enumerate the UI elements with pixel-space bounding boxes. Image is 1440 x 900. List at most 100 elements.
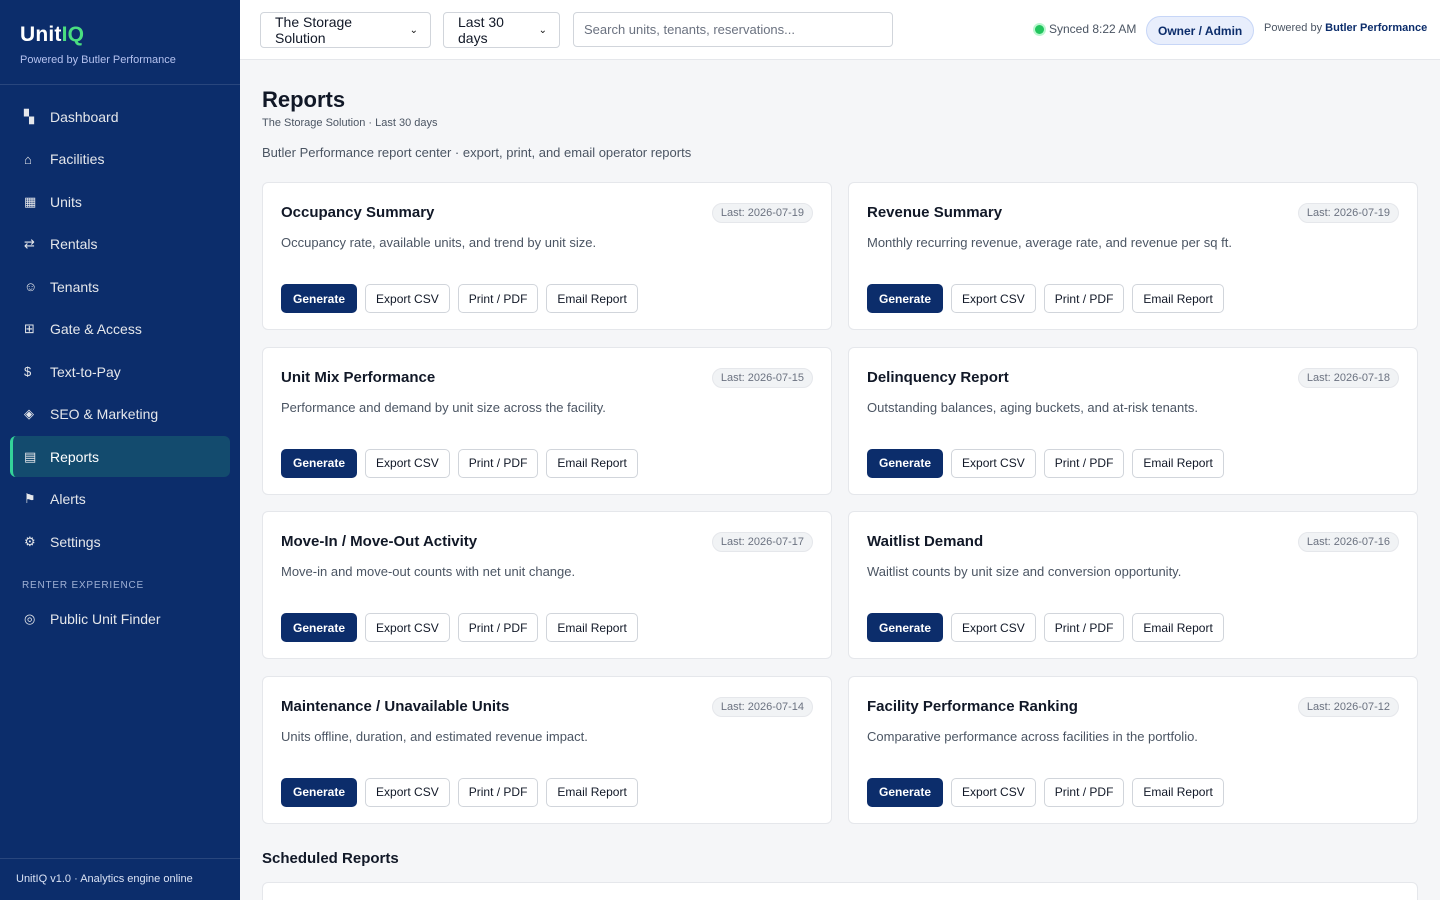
- print-pdf-button[interactable]: Print / PDF: [1043, 284, 1125, 313]
- report-icon: ▤: [24, 448, 37, 464]
- sidebar-item-label: Gate & Access: [50, 321, 142, 337]
- grid-icon: ▦: [24, 193, 37, 209]
- logo-accent: IQ: [61, 23, 85, 46]
- report-description: Monthly recurring revenue, average rate,…: [867, 235, 1232, 250]
- sidebar-item-text-to-pay[interactable]: $ Text-to-Pay: [10, 351, 230, 392]
- generate-button[interactable]: Generate: [281, 613, 358, 642]
- generate-button[interactable]: Generate: [867, 777, 944, 807]
- scheduled-reports-title: Scheduled Reports: [262, 850, 399, 867]
- home-icon: ⌂: [24, 151, 32, 167]
- email-report-button[interactable]: Email Report: [1132, 284, 1224, 313]
- sidebar-item-dashboard[interactable]: ▚ Dashboard: [10, 96, 230, 137]
- dashboard-icon: ▚: [24, 108, 34, 124]
- report-card: Maintenance / Unavailable Units Last: 202…: [262, 675, 832, 824]
- report-title: Revenue Summary: [867, 204, 1003, 221]
- email-report-button[interactable]: Email Report: [546, 777, 638, 807]
- sidebar-item-tenants[interactable]: ☺ Tenants: [10, 266, 230, 307]
- last-run-badge: Last: 2026-07-19: [1297, 203, 1399, 223]
- report-actions: Generate Export CSV Print / PDF Email Repor…: [281, 613, 638, 642]
- report-title: Waitlist Demand: [867, 533, 984, 550]
- report-title: Facility Performance Ranking: [867, 697, 1078, 715]
- search-input[interactable]: Search units, tenants, reservations...: [573, 12, 893, 47]
- email-report-button[interactable]: Email Report: [1132, 777, 1224, 807]
- generate-button[interactable]: Generate: [281, 777, 358, 807]
- scheduled-reports-panel: [262, 882, 1418, 900]
- report-actions: Generate Export CSV Print / PDF Email Repor…: [281, 284, 638, 313]
- email-report-button[interactable]: Email Report: [1132, 448, 1224, 478]
- print-pdf-button[interactable]: Print / PDF: [457, 613, 539, 642]
- sync-status: Synced 8:22 AM: [1035, 22, 1136, 36]
- last-run-badge: Last: 2026-07-12: [1297, 696, 1399, 717]
- sidebar: UnitIQ Powered by Butler Performance ▚ Da…: [0, 0, 240, 900]
- email-report-button[interactable]: Email Report: [546, 613, 638, 642]
- sidebar-item-rentals[interactable]: ⇄ Rentals: [10, 224, 230, 265]
- print-pdf-button[interactable]: Print / PDF: [1043, 613, 1125, 642]
- export-csv-button[interactable]: Export CSV: [365, 777, 450, 807]
- report-title: Delinquency Report: [867, 368, 1009, 386]
- generate-button[interactable]: Generate: [281, 448, 358, 478]
- sidebar-item-label: Text-to-Pay: [50, 363, 121, 380]
- page-description: Butler Performance report center · expor…: [262, 145, 692, 160]
- sidebar-item-seo-marketing[interactable]: ◈ SEO & Marketing: [10, 394, 230, 435]
- last-run-badge: Last: 2026-07-14: [711, 696, 813, 717]
- sidebar-footer: UnitIQ v1.0 · Analytics engine online: [0, 858, 240, 900]
- dollar-icon: $: [24, 364, 32, 379]
- email-report-button[interactable]: Email Report: [546, 448, 638, 478]
- search-placeholder: Search units, tenants, reservations...: [584, 22, 795, 37]
- sidebar-item-label: SEO & Marketing: [50, 406, 159, 422]
- report-title: Maintenance / Unavailable Units: [281, 697, 510, 715]
- chevron-down-icon: ⌄: [409, 24, 418, 36]
- export-csv-button[interactable]: Export CSV: [951, 284, 1036, 313]
- sidebar-item-settings[interactable]: ⚙ Settings: [10, 521, 230, 562]
- sidebar-item-units[interactable]: ▦ Units: [10, 181, 230, 222]
- generate-button[interactable]: Generate: [867, 613, 944, 642]
- role-badge[interactable]: Owner / Admin: [1146, 16, 1255, 45]
- export-csv-button[interactable]: Export CSV: [365, 448, 450, 478]
- page-subtitle: The Storage Solution · Last 30 days: [262, 117, 438, 129]
- print-pdf-button[interactable]: Print / PDF: [1043, 448, 1125, 478]
- generate-button[interactable]: Generate: [281, 284, 358, 313]
- report-actions: Generate Export CSV Print / PDF Email Repor…: [867, 613, 1224, 642]
- sidebar-item-label: Settings: [50, 533, 101, 550]
- person-icon: ☺: [24, 279, 38, 294]
- export-csv-button[interactable]: Export CSV: [951, 613, 1036, 642]
- print-pdf-button[interactable]: Print / PDF: [457, 284, 539, 313]
- generate-button[interactable]: Generate: [867, 284, 944, 313]
- status-dot-icon: [1035, 24, 1044, 34]
- sidebar-item-label: Tenants: [50, 278, 100, 295]
- sidebar-item-label: Alerts: [50, 491, 86, 507]
- report-card: Revenue Summary Last: 2026-07-19 Monthly r…: [848, 182, 1418, 330]
- facility-select-value: The Storage Solution: [275, 14, 353, 46]
- brand: UnitIQ Powered by Butler Performance: [0, 0, 240, 85]
- email-report-button[interactable]: Email Report: [1132, 613, 1224, 642]
- report-actions: Generate Export CSV Print / PDF Email Repor…: [867, 777, 1224, 807]
- date-range-select[interactable]: Last 30 days ⌄: [443, 12, 560, 48]
- sidebar-item-gate-access[interactable]: ⊞ Gate & Access: [10, 309, 230, 350]
- generate-button[interactable]: Generate: [867, 448, 944, 478]
- report-description: Units offline, duration, and estimated r…: [281, 728, 588, 744]
- sidebar-item-public-unit-finder[interactable]: ◎ Public Unit Finder: [10, 599, 230, 640]
- print-pdf-button[interactable]: Print / PDF: [457, 448, 539, 478]
- report-description: Occupancy rate, available units, and tre…: [281, 235, 597, 250]
- report-description: Move-in and move-out counts with net uni…: [281, 564, 576, 579]
- sidebar-item-alerts[interactable]: ⚑ Alerts: [10, 479, 230, 520]
- brand-subtitle: Powered by Butler Performance: [20, 54, 176, 66]
- main-content: Reports The Storage Solution · Last 30 d…: [262, 60, 1418, 900]
- print-pdf-button[interactable]: Print / PDF: [1043, 777, 1125, 807]
- sidebar-item-reports[interactable]: ▤ Reports: [10, 436, 230, 477]
- export-csv-button[interactable]: Export CSV: [951, 448, 1036, 478]
- report-actions: Generate Export CSV Print / PDF Email Repor…: [867, 448, 1224, 478]
- report-actions: Generate Export CSV Print / PDF Email Repor…: [281, 777, 638, 807]
- sidebar-item-facilities[interactable]: ⌂ Facilities: [10, 139, 230, 180]
- logo[interactable]: UnitIQ: [20, 22, 220, 48]
- report-card: Occupancy Summary Last: 2026-07-19 Occupan…: [262, 182, 832, 330]
- topbar: The Storage Solution ⌄ Last 30 days ⌄ Se…: [240, 0, 1440, 60]
- email-report-button[interactable]: Email Report: [546, 284, 638, 313]
- export-csv-button[interactable]: Export CSV: [365, 613, 450, 642]
- facility-select[interactable]: The Storage Solution ⌄: [260, 12, 431, 48]
- export-csv-button[interactable]: Export CSV: [365, 284, 450, 313]
- report-card: Move-In / Move-Out Activity Last: 2026-07…: [262, 511, 832, 659]
- print-pdf-button[interactable]: Print / PDF: [457, 777, 539, 807]
- export-csv-button[interactable]: Export CSV: [951, 777, 1036, 807]
- date-range-value: Last 30 days: [458, 14, 504, 46]
